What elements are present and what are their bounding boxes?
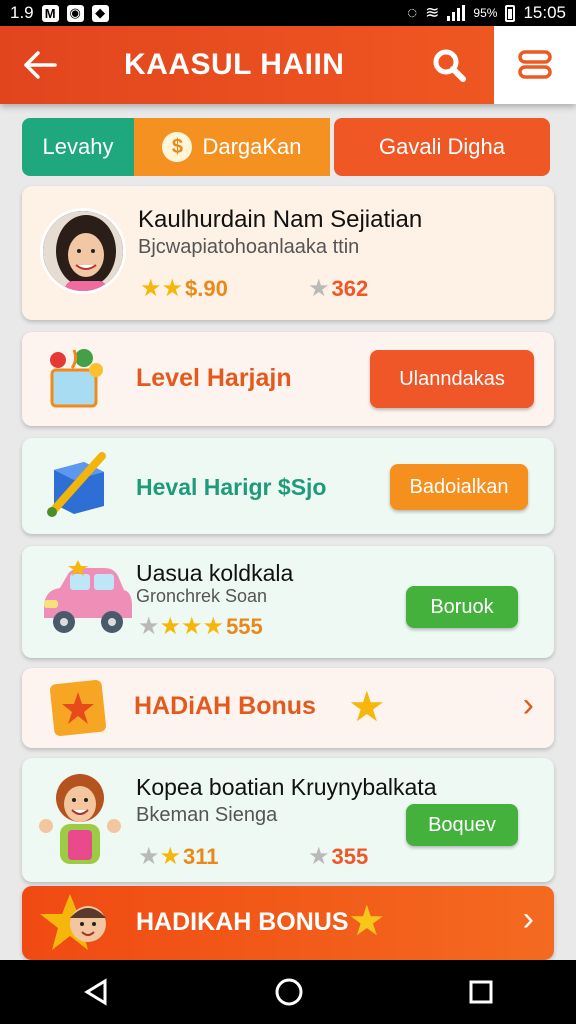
- profile-subtitle: Bjcwapiatohoanlaaka ttin: [138, 236, 360, 258]
- person-action-button[interactable]: Boquev: [406, 804, 518, 846]
- person-card[interactable]: Kopea boatian Kruynybalkata Bkeman Sieng…: [22, 758, 554, 882]
- toy-car-icon: [44, 560, 132, 633]
- star-icon: ★: [308, 275, 330, 302]
- level-card[interactable]: Level Harjajn Ulanndakas: [22, 332, 554, 426]
- car-card[interactable]: Uasua koldkala Gronchrek Soan ★ ★ ★ ★ 55…: [22, 546, 554, 658]
- car-title: Uasua koldkala: [136, 560, 294, 586]
- tab-label: Levahy: [42, 134, 114, 159]
- tab-dargakan[interactable]: $ DargaKan: [134, 118, 330, 176]
- star-icon: ★: [348, 683, 386, 730]
- score-value: 355: [331, 843, 369, 869]
- car-subtitle: Gronchrek Soan: [136, 586, 268, 606]
- bonus-box-icon: [50, 680, 106, 736]
- gift-basket-icon: [50, 349, 103, 408]
- rating-value: 555: [226, 613, 263, 639]
- level-card-2[interactable]: Heval Harigr $Sjo Badoialkan: [22, 438, 554, 534]
- cube-icon: [47, 452, 106, 517]
- star-icon: ★: [202, 613, 225, 640]
- star-icon: ★: [138, 843, 160, 870]
- battery-icon: [505, 4, 516, 22]
- star-icon: ★: [159, 843, 182, 870]
- coin-icon: $: [162, 132, 193, 162]
- back-button[interactable]: [0, 26, 80, 104]
- rating-value: 311: [183, 843, 219, 869]
- chevron-right-icon[interactable]: ›: [523, 686, 534, 725]
- arrow-left-icon: [24, 51, 57, 79]
- profile-score: ★ 362: [308, 274, 368, 303]
- profile-rating: ★ ★ $.90: [140, 274, 228, 303]
- star-icon: ★: [161, 275, 184, 302]
- menu-button[interactable]: [494, 26, 576, 104]
- star-icon: ★: [181, 613, 203, 640]
- bonus-text: HADiAH Bonus: [134, 692, 316, 720]
- status-time: 15:05: [523, 3, 566, 22]
- car-rating: ★ ★ ★ ★ 555: [138, 612, 263, 641]
- star-avatar-icon: [40, 894, 106, 950]
- notification-icon: ◉: [66, 4, 84, 22]
- car-action-button[interactable]: Boruok: [406, 586, 518, 628]
- profile-name: Kaulhurdain Nam Sejiatian: [138, 206, 423, 233]
- star-icon: ★: [308, 843, 330, 870]
- status-left-text: 1.9: [10, 3, 34, 22]
- star-icon: ★: [159, 613, 182, 640]
- tab-label: Gavali Digha: [379, 134, 505, 159]
- alarm-icon: ◌: [407, 3, 418, 22]
- person-title: Kopea boatian Kruynybalkata: [136, 774, 437, 800]
- recents-nav-icon[interactable]: [467, 978, 495, 1006]
- star-icon: ★: [138, 613, 160, 640]
- search-icon: [433, 49, 466, 82]
- level-text: Level Harjajn: [136, 364, 292, 392]
- chevron-right-icon[interactable]: ›: [523, 900, 534, 939]
- mail-icon: M: [41, 4, 59, 22]
- menu-icon: [518, 50, 552, 79]
- tab-levahy[interactable]: Levahy: [22, 118, 134, 176]
- tab-bar: Levahy $ DargaKan Gavali Digha: [22, 118, 554, 176]
- back-nav-icon[interactable]: [81, 977, 111, 1007]
- tab-label: DargaKan: [202, 134, 302, 159]
- rating-value: $.90: [185, 275, 228, 301]
- bonus-card[interactable]: HADiAH Bonus ★ ›: [22, 668, 554, 748]
- star-icon: ★: [348, 897, 386, 944]
- level-action-button[interactable]: Ulanndakas: [370, 350, 534, 408]
- battery-text: 95%: [473, 6, 498, 20]
- person-subtitle: Bkeman Sienga: [136, 804, 278, 826]
- bonus-banner[interactable]: HADIKAH BONUS ★ ›: [22, 886, 554, 960]
- profile-card[interactable]: Kaulhurdain Nam Sejiatian Bjcwapiatohoan…: [22, 186, 554, 320]
- app-bar: KAASUL HAIIN: [0, 26, 576, 104]
- bonus-banner-text: HADIKAH BONUS: [136, 908, 349, 936]
- wifi-icon: ≋: [425, 3, 440, 22]
- page-title: KAASUL HAIIN: [124, 48, 345, 81]
- avatar: [40, 208, 126, 294]
- person-rating: ★ ★ 311: [138, 842, 219, 871]
- system-nav-bar: [0, 960, 576, 1024]
- home-nav-icon[interactable]: [273, 976, 305, 1008]
- level-text: Heval Harigr $Sjo: [136, 474, 327, 500]
- status-bar: 1.9 M ◉ ◆ ◌ ≋ 95% 15:05: [0, 0, 576, 26]
- search-button[interactable]: [404, 26, 494, 104]
- signal-icon: [447, 5, 466, 21]
- score-value: 362: [331, 275, 369, 301]
- person-score: ★ 355: [308, 842, 368, 871]
- android-icon: ◆: [91, 4, 109, 22]
- star-icon: ★: [140, 275, 162, 302]
- level-action-button[interactable]: Badoialkan: [390, 464, 528, 510]
- person-avatar-icon: [39, 774, 121, 864]
- tab-gavali-digha[interactable]: Gavali Digha: [334, 118, 550, 176]
